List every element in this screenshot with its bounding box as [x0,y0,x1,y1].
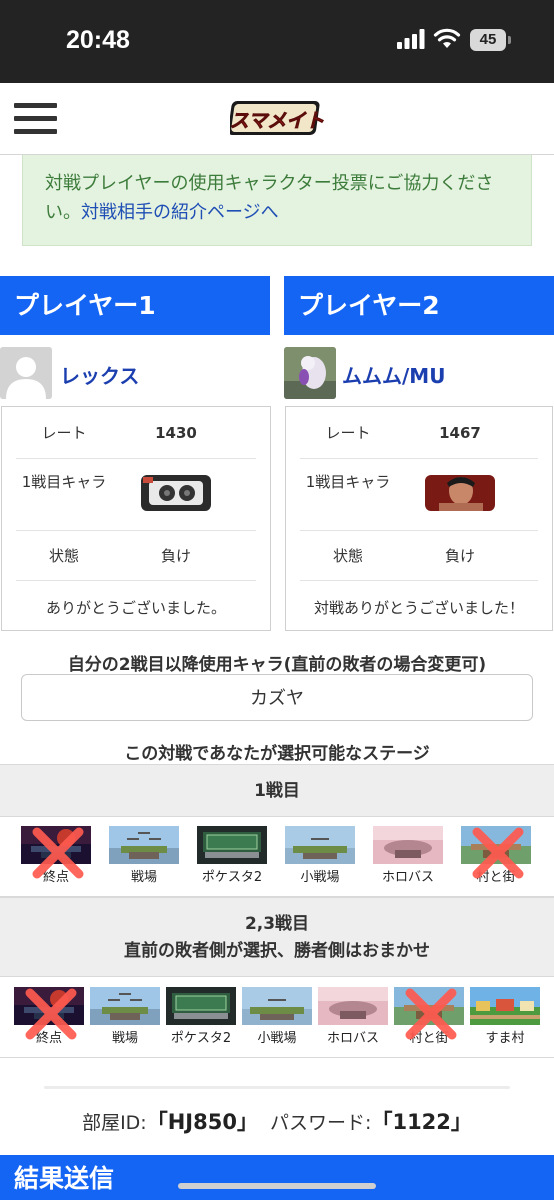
char-label: 1戦目キャラ [305,473,391,491]
stage-option[interactable]: 小戦場 [242,987,312,1046]
round1-stage-list: 終点 戦場 ポケスタ2 小戦場 ホロバス 村と街 [0,817,554,897]
round23-header: 2,3戦目 直前の敗者側が選択、勝者側はおまかせ [0,897,554,977]
stage-option[interactable]: 終点 [14,987,84,1046]
stage-thumbnail [197,826,267,864]
cellular-signal-icon [397,29,425,49]
stage-thumbnail [394,987,464,1025]
player2-character-icon [425,475,495,511]
stage-option[interactable]: 終点 [21,826,91,885]
stage-thumbnail [318,987,388,1025]
stage-name: 終点 [42,870,69,885]
opponent-intro-link[interactable]: 対戦相手の紹介ページへ [81,202,279,223]
round23-stage-list: 終点 戦場 ポケスタ2 小戦場 ホロバス 村と街 すま村 [0,977,554,1058]
character-avatar-icon [284,347,336,399]
player1-message: ありがとうございました。 [45,599,226,617]
stage-thumbnail [90,987,160,1025]
site-header: スマメイト [0,83,554,155]
stage-option[interactable]: 戦場 [109,826,179,885]
player1-state: 負け [160,547,191,565]
stage-name: 小戦場 [300,870,340,885]
rate-label: レート [41,424,87,442]
stage-option[interactable]: ポケスタ2 [197,826,267,885]
submit-result-button[interactable]: 結果送信 [0,1155,554,1200]
stage-name: 戦場 [111,1031,138,1046]
player2-header: プレイヤー2 [284,276,554,335]
status-bar: 20:48 45 [0,0,554,83]
stage-name: ホロバス [381,870,434,885]
divider [44,1086,510,1089]
status-time: 20:48 [66,26,130,54]
stage-thumbnail [242,987,312,1025]
stage-thumbnail [373,826,443,864]
char-label: 1戦目キャラ [21,473,107,491]
room-info: 部屋ID:「HJ850」 パスワード:「1122」 [0,1106,554,1136]
player2-avatar [284,347,336,399]
stage-name: 村と街 [476,870,516,885]
player1-avatar [0,347,52,399]
state-label: 状態 [48,547,79,565]
player1-name[interactable]: レックス [60,360,139,389]
stage-option[interactable]: 戦場 [90,987,160,1046]
site-logo[interactable]: スマメイト [230,95,324,141]
round1-label: 1戦目 [0,764,554,817]
player1-character-icon [141,475,211,511]
stage-option[interactable]: ポケスタ2 [166,987,236,1046]
stage-name: 小戦場 [257,1031,297,1046]
stages-title: この対戦であなたが選択可能なステージ [124,744,430,764]
battery-icon: 45 [470,29,512,51]
stage-name: ホロバス [326,1031,379,1046]
stage-name: 村と街 [409,1031,449,1046]
stage-name: ポケスタ2 [170,1031,232,1046]
stage-option[interactable]: ホロバス [373,826,443,885]
player1-header: プレイヤー1 [0,276,270,335]
home-indicator [178,1183,376,1189]
password-label: パスワード: [270,1112,372,1134]
room-id: 「HJ850」 [146,1110,258,1134]
stage-thumbnail [470,987,540,1025]
battery-level: 45 [470,29,506,51]
stage-option[interactable]: すま村 [470,987,540,1046]
stage-option[interactable]: 小戦場 [285,826,355,885]
character-select[interactable]: カズヤ [21,674,533,721]
stage-thumbnail [166,987,236,1025]
stage-option[interactable]: 村と街 [461,826,531,885]
round23-label: 2,3戦目 [244,914,310,934]
wifi-icon [433,28,461,48]
svg-text:スマメイト: スマメイト [230,110,324,132]
char-select-title: 自分の2戦目以降使用キャラ(直前の敗者の場合変更可) [67,655,487,675]
stage-thumbnail [14,987,84,1025]
rate-label: レート [325,424,371,442]
menu-icon[interactable] [14,103,57,134]
vote-notice: 対戦プレイヤーの使用キャラクター投票にご協力ください。対戦相手の紹介ページへ [22,155,532,246]
stage-thumbnail [109,826,179,864]
stage-thumbnail [285,826,355,864]
stage-name: 終点 [35,1031,62,1046]
stage-name: ポケスタ2 [201,870,263,885]
player1-info: レート 1430 1戦目キャラ 状態 負け ありがとうございました。 [1,406,271,631]
player2-state: 負け [444,547,475,565]
stage-thumbnail [21,826,91,864]
stage-name: 戦場 [130,870,157,885]
stage-thumbnail [461,826,531,864]
player2-message: 対戦ありがとうございました！ [313,599,524,617]
player2-info: レート 1467 1戦目キャラ 状態 負け 対戦ありがとうございました！ [285,406,553,631]
room-id-label: 部屋ID: [82,1112,147,1134]
round23-sublabel: 直前の敗者側が選択、勝者側はおまかせ [124,941,430,961]
player1-rate: 1430 [155,424,197,442]
stage-option[interactable]: ホロバス [318,987,388,1046]
player2-rate: 1467 [439,424,481,442]
stage-name: すま村 [485,1031,525,1046]
state-label: 状態 [332,547,363,565]
player2-name[interactable]: ムムム/MU [342,360,445,389]
default-user-icon [0,347,52,399]
stage-option[interactable]: 村と街 [394,987,464,1046]
room-password: 「1122」 [371,1110,472,1134]
